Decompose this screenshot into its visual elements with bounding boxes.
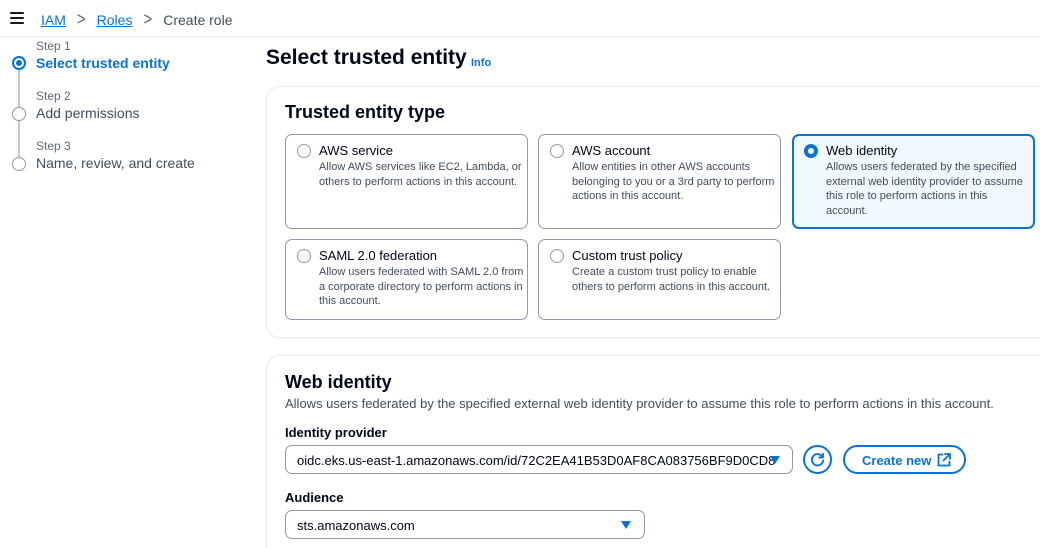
tile-label: AWS account <box>572 143 651 158</box>
audience-label: Audience <box>285 490 344 505</box>
info-link[interactable]: Info <box>471 57 491 69</box>
page-title: Select trusted entity <box>266 46 467 69</box>
radio-button[interactable] <box>550 144 564 158</box>
identity-provider-value: oidc.eks.us-east-1.amazonaws.com/id/72C2… <box>297 453 776 468</box>
caret-down-icon <box>621 521 631 529</box>
radio-button[interactable] <box>297 249 311 263</box>
trusted-entity-type-panel: Trusted entity type AWS service Allow AW… <box>266 86 1040 338</box>
tile-label: SAML 2.0 federation <box>319 248 438 263</box>
breadcrumb-roles[interactable]: Roles <box>97 12 133 28</box>
section-heading: Trusted entity type <box>285 102 446 122</box>
radio-button[interactable] <box>297 144 311 158</box>
breadcrumb-iam[interactable]: IAM <box>41 12 66 28</box>
step-inactive-indicator-icon <box>12 107 26 121</box>
step-title: Add permissions <box>36 105 140 121</box>
step-connector <box>18 70 20 108</box>
step-number: Step 3 <box>36 139 71 153</box>
tile-aws-service[interactable]: AWS service Allow AWS services like EC2,… <box>285 134 528 229</box>
step-active-indicator-icon <box>12 56 26 70</box>
radio-button[interactable] <box>550 249 564 263</box>
menu-icon[interactable] <box>10 12 24 24</box>
external-link-icon <box>937 453 951 467</box>
step-title: Name, review, and create <box>36 155 195 171</box>
tile-aws-account[interactable]: AWS account Allow entities in other AWS … <box>538 134 781 229</box>
tile-description: Allow AWS services like EC2, Lambda, or … <box>319 161 522 188</box>
refresh-button[interactable] <box>803 445 832 474</box>
step-title[interactable]: Select trusted entity <box>36 55 170 71</box>
web-identity-panel: Web identity Allows users federated by t… <box>266 355 1040 548</box>
identity-provider-select[interactable]: oidc.eks.us-east-1.amazonaws.com/id/72C2… <box>285 445 793 474</box>
tile-label: Web identity <box>826 143 898 158</box>
tile-label: AWS service <box>319 143 393 158</box>
breadcrumb-current: Create role <box>163 11 233 28</box>
refresh-icon <box>810 452 825 467</box>
caret-down-icon <box>770 456 780 464</box>
tile-custom-trust-policy[interactable]: Custom trust policy Create a custom trus… <box>538 239 781 320</box>
tile-saml-federation[interactable]: SAML 2.0 federation Allow users federate… <box>285 239 528 320</box>
tile-web-identity[interactable]: Web identity Allows users federated by t… <box>792 134 1035 229</box>
top-navigation-bar: IAM > Roles > Create role <box>0 0 1040 37</box>
tile-description: Allows users federated by the specified … <box>826 161 1023 217</box>
tile-description: Allow entities in other AWS accounts bel… <box>572 161 775 203</box>
step-connector <box>18 120 20 158</box>
tile-label: Custom trust policy <box>572 248 683 263</box>
tile-description: Allow users federated with SAML 2.0 from… <box>319 266 524 308</box>
step-inactive-indicator-icon <box>12 157 26 171</box>
tile-description: Create a custom trust policy to enable o… <box>572 266 771 293</box>
chevron-right-icon: > <box>143 9 153 30</box>
chevron-right-icon: > <box>76 9 86 30</box>
section-heading: Web identity <box>285 372 392 392</box>
breadcrumb: IAM > Roles > Create role <box>41 9 233 30</box>
step-number: Step 2 <box>36 89 71 103</box>
audience-select[interactable]: sts.amazonaws.com <box>285 510 645 539</box>
radio-button-selected[interactable] <box>804 144 818 158</box>
create-new-label: Create new <box>862 453 932 468</box>
section-description: Allows users federated by the specified … <box>285 396 994 411</box>
identity-provider-label: Identity provider <box>285 425 387 440</box>
audience-value: sts.amazonaws.com <box>297 518 415 533</box>
create-new-button[interactable]: Create new <box>843 445 966 474</box>
step-number: Step 1 <box>36 39 71 53</box>
